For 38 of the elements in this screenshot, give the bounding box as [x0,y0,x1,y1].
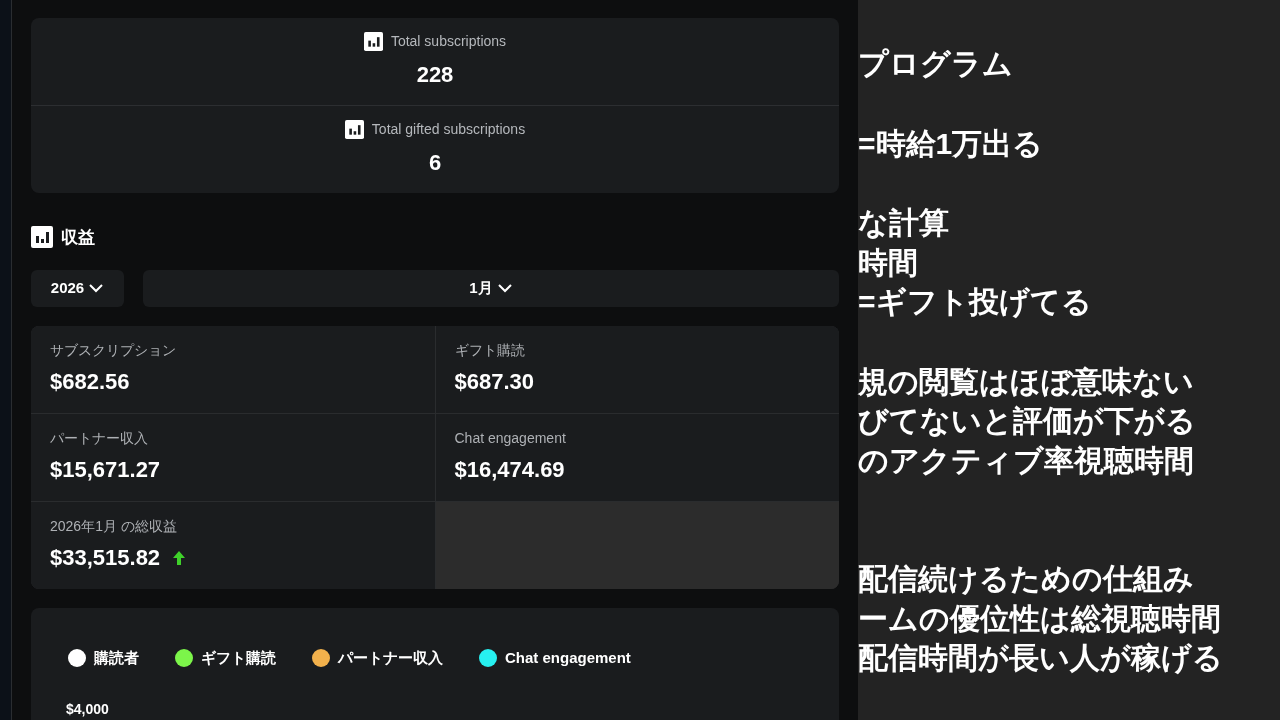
note-line: な計算 [858,205,949,242]
tile-value: $682.56 [50,368,130,397]
tile-value: $33,515.82 [50,544,161,573]
chevron-down-icon [88,283,105,294]
bar-chart-icon [31,226,53,249]
note-line: プログラム [858,46,1013,83]
axis-label: $4,000 [66,700,110,719]
note-line: 時間 [858,244,918,281]
note-line: 規の閲覧はほぼ意味ない [858,363,1194,400]
stat-label: Total gifted subscriptions [371,120,526,140]
section-title: 収益 [61,226,95,249]
tile-label: サブスクリプション [50,341,177,361]
legend-label: 購読者 [94,647,139,668]
note-line: のアクティブ率視聴時間 [858,442,1194,479]
bar-chart-icon [363,32,383,52]
tile-label: Chat engagement [454,429,567,449]
month-dropdown[interactable]: 1月 [143,270,839,307]
note-line: ームの優位性は総視聴時間 [858,600,1221,637]
tile-label: ギフト購読 [454,341,526,361]
chevron-down-icon [496,283,513,294]
note-line: =ギフト投げてる [858,284,1092,321]
legend-label: パートナー収入 [338,647,443,668]
stat-value: 228 [416,61,454,90]
stat-label: Total subscriptions [390,32,507,52]
legend-label: ギフト購読 [201,647,276,668]
tile-value: $687.30 [454,368,535,397]
bar-chart-icon [344,120,364,140]
tile-value: $15,671.27 [50,456,161,485]
tile-label: パートナー収入 [50,429,149,449]
note-line: =時給1万出る [858,125,1044,162]
legend-label: Chat engagement [505,647,631,668]
tile-value: $16,474.69 [454,456,565,485]
tile-label: 2026年1月 の総収益 [50,517,178,537]
note-line: 配信続けるための仕組み [858,561,1194,598]
note-line: びてないと評価が下がる [858,403,1196,440]
year-dropdown[interactable]: 2026 [31,270,124,307]
note-line: 配信時間が長い人が稼げる [858,640,1223,677]
stat-value: 6 [428,149,442,178]
